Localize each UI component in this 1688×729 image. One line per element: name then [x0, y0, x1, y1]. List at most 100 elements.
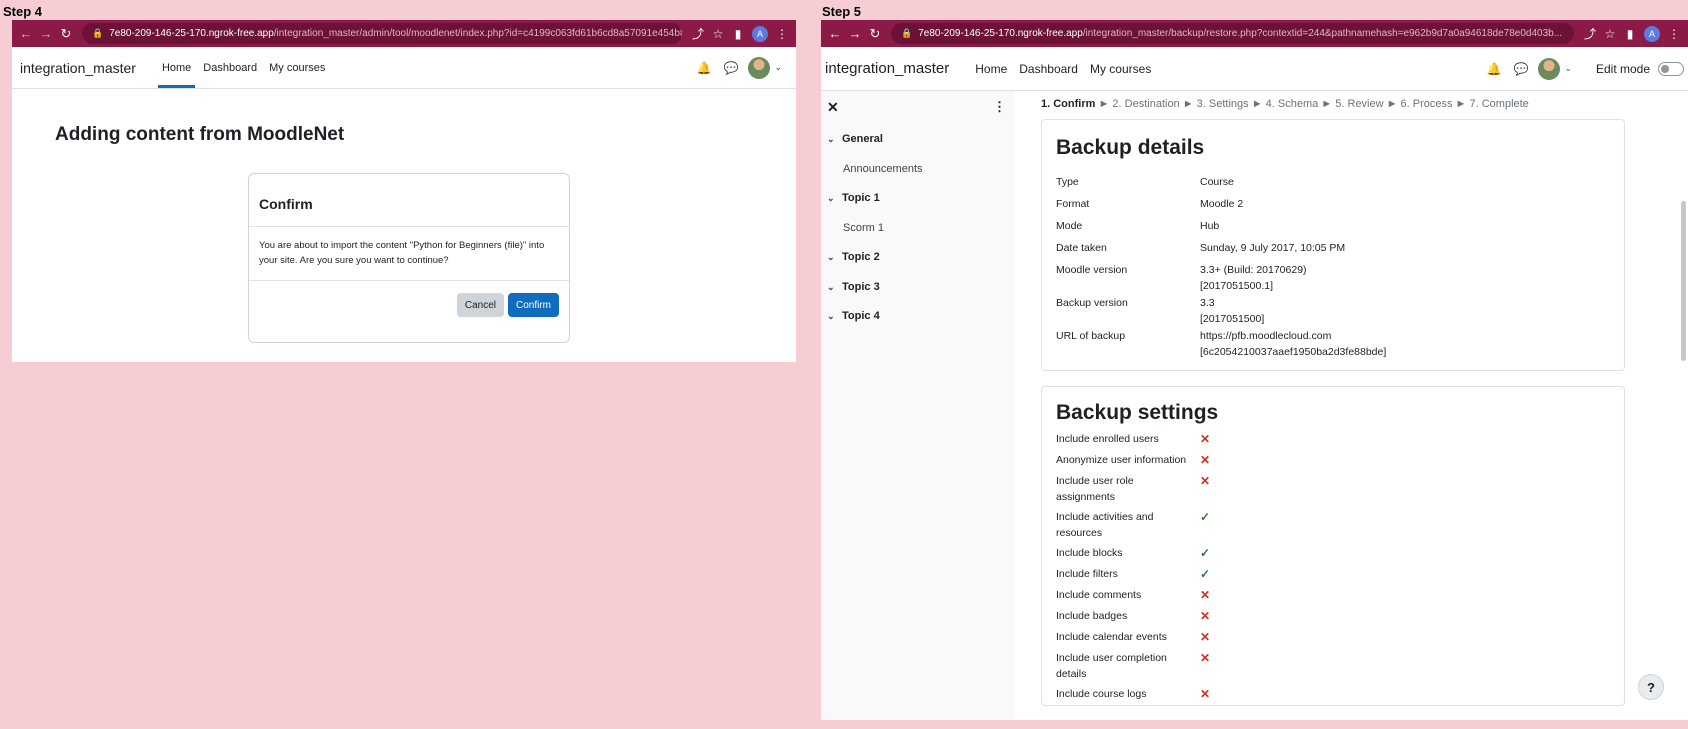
drawer-options-icon[interactable]: ⋮ — [993, 99, 1006, 115]
detail-row: Format Moodle 2 — [1056, 198, 1244, 210]
nav-dashboard[interactable]: Dashboard — [197, 47, 263, 88]
cancel-button[interactable]: Cancel — [456, 293, 504, 317]
drawer-activity-announcements[interactable]: Announcements — [843, 163, 923, 175]
chevron-down-icon[interactable]: ⌄ — [1564, 63, 1572, 74]
drawer-section-topic-2[interactable]: ⌄ Topic 2 — [827, 251, 880, 263]
bell-icon[interactable]: 🔔 — [697, 61, 712, 75]
backup-details-card: Backup details Type Course Format Moodle 2… — [1041, 119, 1625, 371]
user-avatar[interactable] — [748, 56, 771, 79]
setting-row: Include blocks ✓ — [1056, 545, 1616, 561]
setting-label: Anonymize user information — [1056, 454, 1187, 466]
help-button[interactable]: ? — [1638, 674, 1664, 700]
back-icon[interactable]: ← — [825, 26, 845, 41]
step-4-label: Step 4 — [3, 4, 43, 19]
confirm-button[interactable]: Confirm — [507, 293, 559, 317]
setting-label: Include user completion details — [1056, 652, 1167, 680]
detail-row: Moodle version 3.3+ (Build: 20170629) [201… — [1056, 264, 1307, 292]
setting-row: Include comments ✕ — [1056, 587, 1616, 603]
setting-label: Include course logs — [1056, 688, 1147, 700]
nav-my-courses[interactable]: My courses — [263, 47, 331, 88]
kebab-menu-icon[interactable]: ⋮ — [1664, 27, 1684, 41]
cross-icon: ✕ — [1200, 453, 1211, 467]
detail-row: URL of backup https://pfb.moodlecloud.com… — [1056, 330, 1387, 358]
address-bar[interactable]: 🔒 7e80-209-146-25-170.ngrok-free.app/int… — [891, 23, 1574, 44]
chevron-down-icon[interactable]: ⌄ — [827, 252, 842, 263]
nav-my-courses[interactable]: My courses — [1084, 47, 1157, 90]
bookmark-star-icon[interactable]: ☆ — [1600, 27, 1620, 41]
setting-row: Include enrolled users ✕ — [1056, 431, 1616, 447]
drawer-section-topic-3[interactable]: ⌄ Topic 3 — [827, 281, 880, 293]
cross-icon: ✕ — [1200, 630, 1211, 644]
back-icon[interactable]: ← — [16, 26, 36, 41]
detail-row: Type Course — [1056, 176, 1234, 188]
setting-row: Include calendar events ✕ — [1056, 629, 1616, 645]
chat-icon[interactable]: 💬 — [724, 61, 739, 75]
cross-icon: ✕ — [1200, 474, 1211, 488]
url-host: 7e80-209-146-25-170.ngrok-free.app — [109, 28, 274, 39]
bookmark-star-icon[interactable]: ☆ — [708, 27, 728, 41]
setting-row: Include badges ✕ — [1056, 608, 1616, 624]
browser-toolbar: ← → ↻ 🔒 7e80-209-146-25-170.ngrok-free.a… — [821, 20, 1688, 47]
check-icon: ✓ — [1200, 567, 1211, 581]
page-title: Adding content from MoodleNet — [55, 124, 345, 145]
lock-icon: 🔒 — [92, 28, 104, 38]
share-icon[interactable]: ⤴ — [688, 25, 708, 42]
reload-icon[interactable]: ↻ — [865, 26, 885, 42]
setting-row: Anonymize user information ✕ — [1056, 452, 1616, 468]
setting-label: Include filters — [1056, 568, 1118, 580]
kebab-menu-icon[interactable]: ⋮ — [772, 27, 792, 41]
drawer-section-topic-1[interactable]: ⌄ Topic 1 — [827, 192, 880, 204]
page-scrollbar[interactable] — [1681, 201, 1686, 361]
backup-settings-title: Backup settings — [1056, 401, 1219, 424]
side-panel-icon[interactable]: ▮ — [1620, 27, 1640, 41]
setting-label: Include blocks — [1056, 547, 1123, 559]
setting-row: Include filters ✓ — [1056, 566, 1616, 582]
edit-mode-toggle[interactable] — [1658, 61, 1684, 76]
lock-icon: 🔒 — [901, 28, 913, 38]
chevron-down-icon[interactable]: ⌄ — [827, 134, 842, 145]
moodle-navbar: integration_master Home Dashboard My cou… — [12, 47, 796, 89]
share-icon[interactable]: ⤴ — [1580, 25, 1600, 42]
address-bar[interactable]: 🔒 7e80-209-146-25-170.ngrok-free.app/int… — [82, 23, 682, 44]
restore-main-region: 1. Confirm ► 2. Destination ► 3. Setting… — [1014, 91, 1688, 720]
browser-window-step4: ← → ↻ 🔒 7e80-209-146-25-170.ngrok-free.a… — [12, 20, 796, 362]
nav-dashboard[interactable]: Dashboard — [1013, 47, 1084, 90]
cross-icon: ✕ — [1200, 432, 1211, 446]
nav-home[interactable]: Home — [156, 47, 197, 88]
reload-icon[interactable]: ↻ — [56, 26, 76, 42]
moodle-navbar: integration_master Home Dashboard My cou… — [821, 47, 1688, 91]
drawer-activity-scorm-1[interactable]: Scorm 1 — [843, 222, 884, 234]
dialog-message: You are about to import the content "Pyt… — [249, 227, 569, 281]
bell-icon[interactable]: 🔔 — [1487, 62, 1502, 76]
browser-window-step5: ← → ↻ 🔒 7e80-209-146-25-170.ngrok-free.a… — [821, 20, 1688, 720]
backup-details-title: Backup details — [1056, 136, 1205, 159]
backup-settings-card: Backup settings Include enrolled users ✕ A… — [1041, 386, 1625, 706]
forward-icon[interactable]: → — [845, 26, 865, 41]
check-icon: ✓ — [1200, 510, 1211, 524]
cross-icon: ✕ — [1200, 588, 1211, 602]
site-name[interactable]: integration_master — [20, 60, 136, 76]
site-name[interactable]: integration_master — [825, 60, 949, 77]
setting-label: Include comments — [1056, 589, 1142, 601]
profile-avatar-icon[interactable]: A — [1644, 25, 1660, 42]
detail-row: Mode Hub — [1056, 220, 1220, 232]
chevron-down-icon[interactable]: ⌄ — [774, 62, 782, 73]
chevron-down-icon[interactable]: ⌄ — [827, 311, 842, 322]
chevron-down-icon[interactable]: ⌄ — [827, 282, 842, 293]
cross-icon: ✕ — [1200, 687, 1211, 701]
profile-avatar-icon[interactable]: A — [752, 25, 768, 42]
chevron-down-icon[interactable]: ⌄ — [827, 193, 842, 204]
restore-stepper: 1. Confirm ► 2. Destination ► 3. Setting… — [1041, 98, 1529, 110]
chat-icon[interactable]: 💬 — [1513, 62, 1528, 76]
side-panel-icon[interactable]: ▮ — [728, 27, 748, 41]
forward-icon[interactable]: → — [36, 26, 56, 41]
drawer-section-topic-4[interactable]: ⌄ Topic 4 — [827, 310, 880, 322]
nav-home[interactable]: Home — [969, 47, 1013, 90]
setting-row: Include user role assignments ✕ — [1056, 473, 1616, 505]
close-icon[interactable]: ✕ — [827, 99, 839, 116]
setting-label: Include enrolled users — [1056, 433, 1159, 445]
user-avatar[interactable] — [1538, 57, 1561, 80]
setting-label: Include calendar events — [1056, 631, 1167, 643]
drawer-section-general[interactable]: ⌄ General — [827, 133, 883, 145]
browser-toolbar: ← → ↻ 🔒 7e80-209-146-25-170.ngrok-free.a… — [12, 20, 796, 47]
